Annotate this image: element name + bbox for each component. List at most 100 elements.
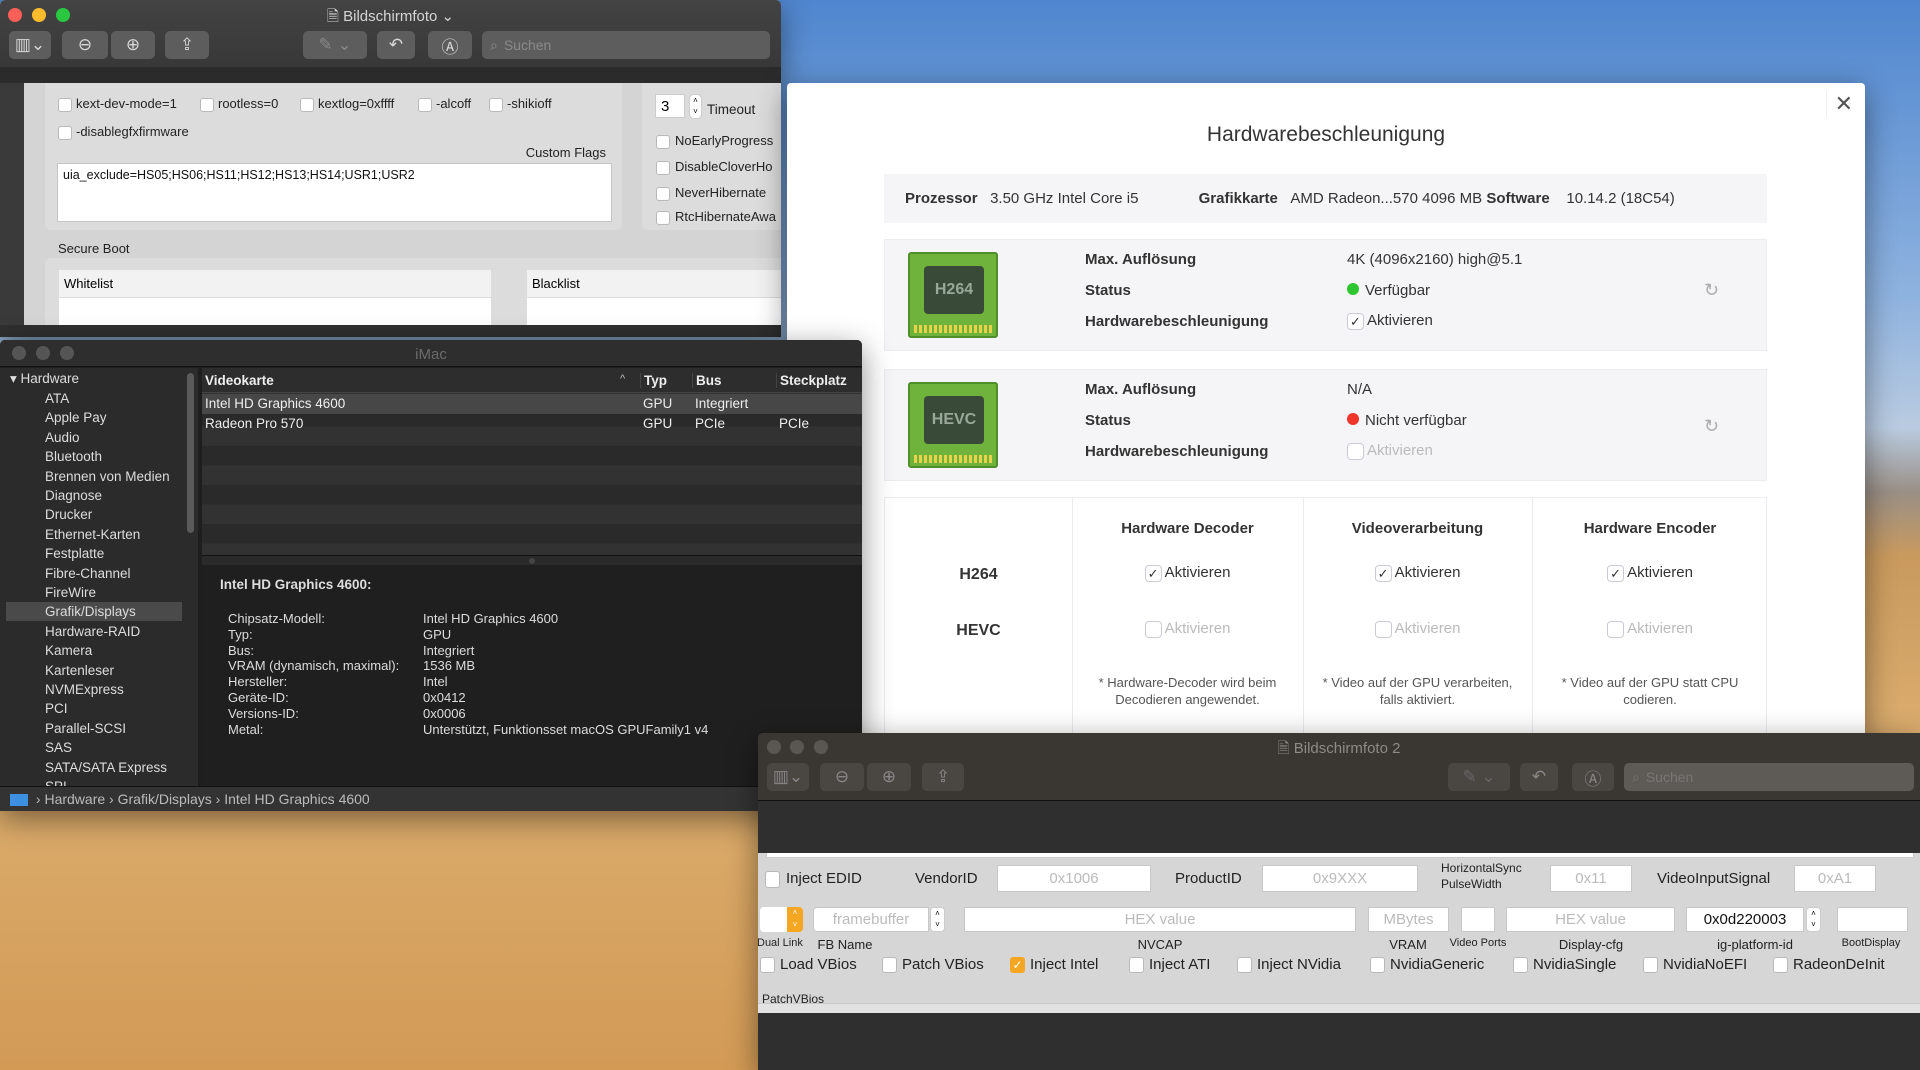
video-ports-input[interactable] [1461, 907, 1495, 932]
column-header[interactable]: Bus [692, 373, 722, 388]
flag-checkbox[interactable] [58, 98, 72, 112]
activate-toggle[interactable]: ✓ Aktivieren [1072, 564, 1303, 582]
checkbox[interactable]: ✓ [1144, 564, 1162, 582]
activate-toggle[interactable]: Aktivieren [1532, 620, 1768, 638]
option-checkbox[interactable] [1129, 957, 1144, 973]
checkbox[interactable]: ✓ [1607, 564, 1625, 582]
activate-toggle[interactable]: Aktivieren [1072, 620, 1303, 638]
sidebar-item[interactable]: Hardware-RAID [6, 622, 182, 641]
sidebar-item[interactable]: Kartenleser [6, 661, 182, 680]
option-checkbox[interactable] [760, 957, 775, 973]
checkbox[interactable] [1374, 620, 1392, 638]
sidebar-item[interactable]: Kamera [6, 641, 182, 660]
checkbox[interactable] [1347, 442, 1364, 460]
option-checkbox[interactable] [1237, 957, 1252, 973]
rotate-button[interactable]: ↶ [1520, 763, 1558, 791]
share-button[interactable]: ⇪ [922, 763, 964, 791]
table-row[interactable]: Radeon Pro 570 GPU PCIe PCIe [202, 414, 862, 434]
column-header[interactable]: Steckplatz [776, 373, 847, 388]
whitelist-header[interactable]: Whitelist [59, 270, 491, 298]
hardware-acceleration-toggle[interactable]: Aktivieren [1347, 442, 1433, 460]
framebuffer-input[interactable]: framebuffer [813, 907, 929, 932]
option-checkbox[interactable] [656, 187, 670, 201]
zoom-in-button[interactable]: ⊕ [111, 31, 155, 59]
vendor-input[interactable]: 0x1006 [997, 865, 1151, 892]
sidebar-item[interactable]: PCI [6, 699, 182, 718]
markup-pen-button[interactable]: ✎ ⌄ [1448, 763, 1510, 791]
activate-toggle[interactable]: ✓ Aktivieren [1532, 564, 1768, 582]
vis-input[interactable]: 0xA1 [1794, 865, 1876, 892]
sidebar-item[interactable]: NVMExpress [6, 680, 182, 699]
timeout-input[interactable]: 3 [655, 94, 685, 118]
sidebar-item[interactable]: Drucker [6, 505, 182, 524]
checkbox[interactable] [1607, 620, 1625, 638]
flag-checkbox[interactable] [200, 98, 214, 112]
table-row[interactable]: Intel HD Graphics 4600 GPU Integriert [202, 394, 862, 414]
share-button[interactable]: ⇪ [165, 31, 209, 59]
option-checkbox[interactable]: ✓ [1010, 957, 1025, 973]
nvcap-input[interactable]: HEX value [964, 907, 1356, 932]
inject-edid-checkbox[interactable] [765, 871, 780, 888]
zoom-in-button[interactable]: ⊕ [867, 763, 911, 791]
sidebar-toggle-button[interactable]: ▥⌄ [9, 31, 51, 59]
rotate-button[interactable]: ↶ [377, 31, 415, 59]
blacklist-table[interactable]: Blacklist [527, 270, 781, 328]
activate-toggle[interactable]: ✓ Aktivieren [1303, 564, 1532, 582]
flag-checkbox[interactable] [418, 98, 432, 112]
framebuffer-stepper[interactable]: ˄ ˅ [930, 907, 945, 932]
sidebar-item[interactable]: FireWire [6, 583, 182, 602]
markup-button[interactable]: Ⓐ [1572, 763, 1614, 791]
blacklist-header[interactable]: Blacklist [527, 270, 781, 298]
ig-platform-id-input[interactable]: 0x0d220003 [1686, 907, 1804, 932]
activate-toggle[interactable]: Aktivieren [1303, 620, 1532, 638]
search-field[interactable]: ⌕ Suchen [482, 31, 770, 59]
sidebar-toggle-button[interactable]: ▥⌄ [767, 763, 809, 791]
checkbox[interactable] [1144, 620, 1162, 638]
option-checkbox[interactable] [656, 211, 670, 225]
sidebar-item[interactable]: Ethernet-Karten [6, 525, 182, 544]
sidebar-item[interactable]: SAS [6, 738, 182, 757]
hardware-acceleration-toggle[interactable]: ✓ Aktivieren [1347, 312, 1433, 330]
flag-checkbox[interactable] [58, 126, 72, 140]
option-checkbox[interactable] [882, 957, 897, 973]
vram-input[interactable]: MBytes [1368, 907, 1449, 932]
option-checkbox[interactable] [656, 161, 670, 175]
display-cfg-input[interactable]: HEX value [1506, 907, 1675, 932]
product-input[interactable]: 0x9XXX [1262, 865, 1418, 892]
close-icon[interactable]: ✕ [1825, 91, 1853, 117]
path-item[interactable]: Hardware [44, 791, 105, 807]
checkbox[interactable]: ✓ [1347, 312, 1364, 330]
sidebar-section-hardware[interactable]: ▾ Hardware [10, 371, 79, 387]
zoom-out-button[interactable]: ⊖ [820, 763, 864, 791]
option-checkbox[interactable] [656, 135, 670, 149]
whitelist-table[interactable]: Whitelist [59, 270, 491, 328]
path-item[interactable]: Grafik/Displays [118, 791, 212, 807]
split-handle[interactable] [202, 555, 862, 565]
dual-link-stepper[interactable]: ˄ ˅ [760, 907, 803, 932]
refresh-icon[interactable]: ↻ [1704, 280, 1719, 301]
sidebar-item[interactable]: Apple Pay [6, 408, 182, 427]
sidebar-item[interactable]: Fibre-Channel [6, 564, 182, 583]
sidebar-item[interactable]: SATA/SATA Express [6, 758, 182, 777]
hsync-input[interactable]: 0x11 [1550, 865, 1632, 892]
option-checkbox[interactable] [1643, 957, 1658, 973]
markup-pen-button[interactable]: ✎ ⌄ [303, 31, 367, 59]
sidebar-item[interactable]: ATA [6, 389, 182, 408]
option-checkbox[interactable] [1370, 957, 1385, 973]
sidebar-item[interactable]: Audio [6, 428, 182, 447]
sidebar-item[interactable]: Festplatte [6, 544, 182, 563]
sidebar-item[interactable]: Brennen von Medien [6, 467, 182, 486]
path-item[interactable]: Intel HD Graphics 4600 [224, 791, 370, 807]
flag-checkbox[interactable] [489, 98, 503, 112]
custom-flags-textarea[interactable]: uia_exclude=HS05;HS06;HS11;HS12;HS13;HS1… [57, 163, 612, 222]
flag-checkbox[interactable] [300, 98, 314, 112]
checkbox[interactable]: ✓ [1374, 564, 1392, 582]
zoom-out-button[interactable]: ⊖ [62, 31, 108, 59]
sidebar-item[interactable]: Bluetooth [6, 447, 182, 466]
timeout-stepper[interactable]: ˄ ˅ [689, 94, 702, 119]
option-checkbox[interactable] [1513, 957, 1528, 973]
markup-button[interactable]: Ⓐ [428, 31, 472, 59]
sidebar-item[interactable]: Grafik/Displays [6, 602, 182, 622]
refresh-icon[interactable]: ↻ [1704, 416, 1719, 437]
boot-display-input[interactable] [1837, 907, 1908, 932]
